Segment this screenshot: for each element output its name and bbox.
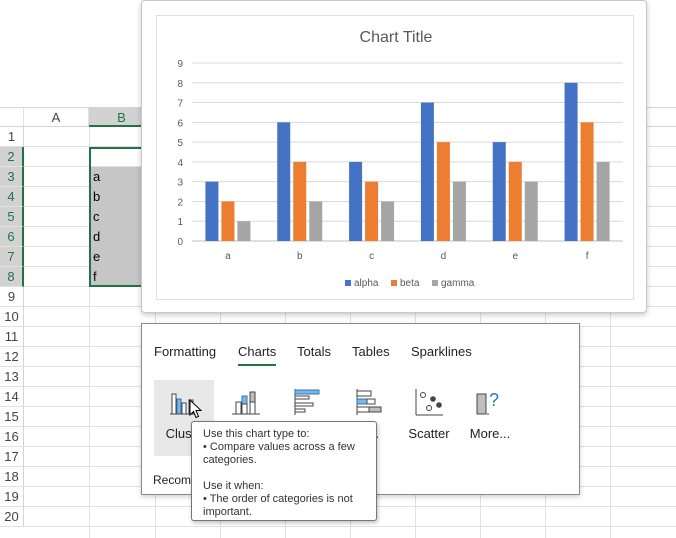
x-tick-label: d (441, 251, 447, 262)
chart-type-tooltip: Use this chart type to: • Compare values… (191, 421, 377, 521)
y-tick-label: 5 (177, 138, 183, 149)
bar-gamma-b (309, 201, 323, 241)
row-header-12[interactable]: 12 (0, 347, 24, 367)
bar-gamma-a (237, 221, 251, 241)
tab-tables-label: Tables (352, 344, 390, 359)
cell-b8[interactable]: f (93, 267, 97, 287)
legend-label-gamma: gamma (441, 278, 475, 289)
bar-gamma-f (596, 161, 610, 241)
select-all-corner[interactable] (0, 108, 24, 127)
x-tick-label: f (586, 251, 589, 262)
row-header-11[interactable]: 11 (0, 327, 24, 347)
row-header-19[interactable]: 19 (0, 487, 24, 507)
cell-b6[interactable]: d (93, 227, 100, 247)
clustered-column-chart: Chart Title 0 1 2 3 4 5 6 7 8 9 a b c d e f alpha beta gamm… (177, 29, 623, 289)
scatter-tile[interactable]: Scatter (399, 380, 459, 456)
chart-title: Chart Title (360, 29, 433, 46)
row-header-8[interactable]: 8 (0, 267, 24, 287)
tooltip-line-1: Use this chart type to: (203, 428, 310, 440)
x-tick-label: a (225, 251, 231, 262)
legend-swatch-beta (391, 280, 397, 286)
y-tick-label: 8 (177, 79, 183, 90)
clustered-bar-icon (294, 389, 320, 415)
bar-beta-f (580, 122, 594, 241)
tooltip-line-4: • The order of categories is not importa… (203, 493, 353, 518)
bar-alpha-f (564, 82, 578, 242)
bar-gamma-c (381, 201, 395, 241)
tab-formatting-label: Formatting (154, 344, 217, 359)
mouse-pointer-icon (189, 399, 203, 419)
bar-gamma-e (524, 181, 538, 241)
row-header-10[interactable]: 10 (0, 307, 24, 327)
row-header-15[interactable]: 15 (0, 407, 24, 427)
bar-alpha-e (492, 142, 506, 241)
column-header-a[interactable]: A (24, 108, 89, 127)
chart-preview-popup: Chart Title 0 1 2 3 4 5 6 7 8 9 a b c d e f alpha beta gamm… (141, 0, 647, 313)
tab-formatting[interactable]: Formatting (154, 344, 216, 366)
y-tick-label: 6 (177, 118, 183, 129)
tab-tables[interactable]: Tables (352, 344, 390, 366)
row-header-3[interactable]: 3 (0, 167, 24, 187)
cell-b3[interactable]: a (93, 167, 100, 187)
tab-charts-label: Charts (238, 344, 277, 359)
row-header-16[interactable]: 16 (0, 427, 24, 447)
row-header-5[interactable]: 5 (0, 207, 24, 227)
y-tick-label: 3 (177, 178, 183, 189)
bar-beta-e (508, 161, 522, 241)
bar-alpha-b (277, 122, 291, 241)
bar-alpha-c (349, 161, 363, 241)
tab-charts[interactable]: Charts (238, 344, 277, 366)
stacked-column-icon (232, 391, 260, 415)
cell-b4[interactable]: b (93, 187, 100, 207)
tooltip-line-2: • Compare values across a few categories… (203, 441, 355, 466)
scatter-label: Scatter (408, 426, 450, 441)
row-header-20[interactable]: 20 (0, 507, 24, 527)
tab-totals[interactable]: Totals (297, 344, 331, 366)
x-tick-label: e (512, 251, 518, 262)
x-tick-label: c (369, 251, 374, 262)
y-tick-label: 1 (177, 217, 183, 228)
row-header-1[interactable]: 1 (0, 127, 24, 147)
y-tick-label: 2 (177, 197, 183, 208)
x-tick-label: b (297, 251, 303, 262)
cell-b7[interactable]: e (93, 247, 100, 267)
tab-sparklines[interactable]: Sparklines (411, 344, 472, 366)
more-charts-label: More... (469, 426, 511, 441)
legend-swatch-alpha (345, 280, 351, 286)
y-tick-label: 7 (177, 99, 183, 110)
legend-label-beta: beta (400, 278, 420, 289)
row-header-9[interactable]: 9 (0, 287, 24, 307)
tab-sparklines-label: Sparklines (411, 344, 472, 359)
y-tick-label: 4 (177, 158, 183, 169)
bar-beta-a (221, 201, 235, 241)
row-header-17[interactable]: 17 (0, 447, 24, 467)
bar-alpha-d (420, 102, 434, 241)
row-header-13[interactable]: 13 (0, 367, 24, 387)
row-header-7[interactable]: 7 (0, 247, 24, 267)
row-header-14[interactable]: 14 (0, 387, 24, 407)
more-charts-tile[interactable]: ? More... (460, 380, 520, 456)
row-header-6[interactable]: 6 (0, 227, 24, 247)
chart-area: Chart Title 0 1 2 3 4 5 6 7 8 9 a b c d e f alpha beta gamm… (156, 15, 634, 300)
y-tick-label: 0 (177, 237, 183, 248)
legend-label-alpha: alpha (354, 278, 379, 289)
legend-swatch-gamma (432, 280, 438, 286)
scatter-icon (415, 389, 443, 416)
bar-alpha-a (205, 181, 219, 241)
cell-b5[interactable]: c (93, 207, 100, 227)
row-header-4[interactable]: 4 (0, 187, 24, 207)
stacked-bar-icon (356, 389, 382, 415)
more-charts-icon: ? (476, 390, 499, 415)
tooltip-line-3: Use it when: (203, 480, 264, 492)
row-header-2[interactable]: 2 (0, 147, 24, 167)
bar-beta-d (436, 142, 450, 241)
row-header-18[interactable]: 18 (0, 467, 24, 487)
y-tick-label: 9 (177, 59, 183, 70)
tab-totals-label: Totals (297, 344, 331, 359)
bar-gamma-d (452, 181, 466, 241)
bar-beta-b (293, 161, 307, 241)
bar-beta-c (365, 181, 379, 241)
svg-text:?: ? (489, 390, 499, 410)
